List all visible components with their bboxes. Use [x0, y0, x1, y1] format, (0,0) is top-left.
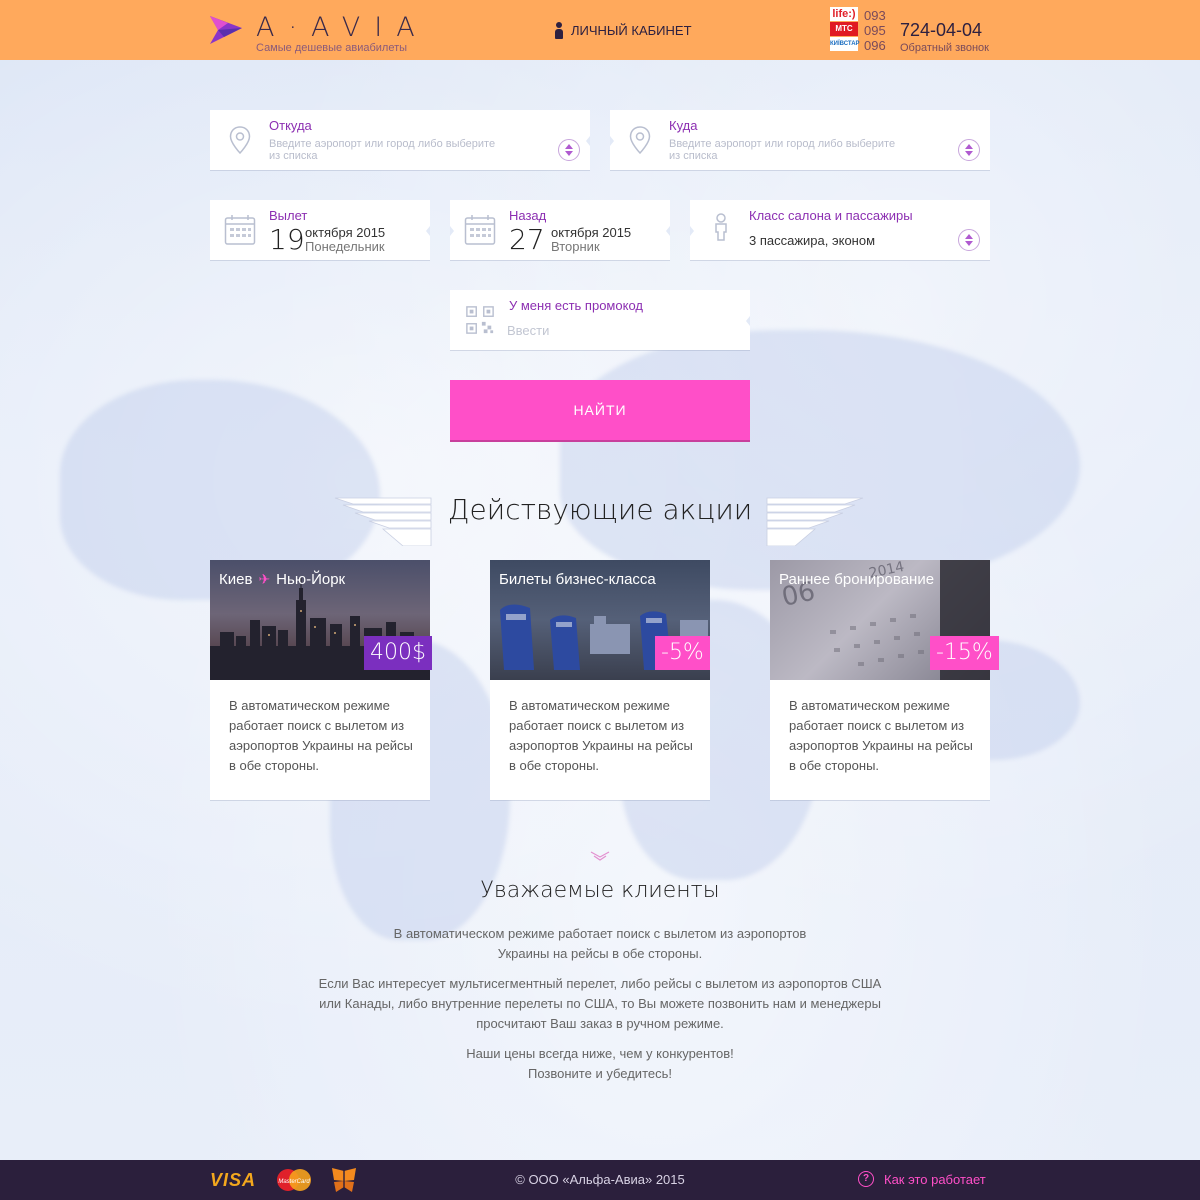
logo-arrow-icon [210, 16, 242, 44]
discount-badge: -15% [930, 636, 999, 670]
logo-text: A·AVIA [256, 12, 429, 43]
price-badge: 400$ [364, 636, 432, 670]
life-logo: life:) [830, 7, 858, 21]
question-icon: ? [858, 1171, 874, 1187]
return-label: Назад [509, 208, 547, 223]
to-hint: Введите аэропорт или город либо выберите… [669, 138, 896, 162]
operator-codes: 093 095 096 [864, 8, 886, 53]
user-icon [555, 22, 563, 39]
depart-month: октября 2015 [305, 225, 386, 240]
plane-icon: ✈ [258, 571, 271, 587]
card-description: В автоматическом режиме работает поиск с… [229, 698, 413, 773]
promo-card-business-class[interactable]: Билеты бизнес-класса -5% В автоматическо… [490, 560, 710, 800]
from-label: Откуда [269, 118, 312, 133]
discount-badge: -5% [655, 636, 710, 670]
card-title: Билеты бизнес-класса [499, 571, 656, 588]
passengers-field[interactable]: Класс салона и пассажиры 3 пассажира, эк… [690, 200, 990, 260]
clients-paragraph-1: В автоматическом режиме работает поиск с… [393, 926, 807, 961]
route-to: Нью-Йорк [276, 571, 346, 588]
logo-subtitle: Самые дешевые авиабилеты [256, 42, 408, 54]
to-field[interactable]: Куда Введите аэропорт или город либо выб… [610, 110, 990, 170]
depart-label: Вылет [269, 208, 308, 223]
kyivstar-logo: КИЇВСТАР [830, 37, 860, 51]
return-month: октября 2015 [551, 225, 632, 240]
promo-card-kiev-new-york[interactable]: Киев ✈ Нью-Йорк 400$ В автоматическом ре… [210, 560, 432, 800]
how-it-works-link[interactable]: ? Как это работает [858, 1171, 986, 1187]
location-pin-icon [629, 126, 651, 154]
passengers-dropdown-icon[interactable] [958, 229, 980, 251]
card-description: В автоматическом режиме работает поиск с… [789, 698, 973, 773]
clients-paragraph-2: Если Вас интересует мультисегментный пер… [318, 976, 882, 1031]
from-dropdown-icon[interactable] [558, 139, 580, 161]
card-title: Раннее бронирование [779, 571, 935, 588]
promo-code-field: У меня есть промокод [450, 290, 750, 350]
return-weekday: Вторник [551, 239, 600, 254]
personal-cabinet-link[interactable]: ЛИЧНЫЙ КАБИНЕТ [555, 22, 692, 39]
route-from: Киев [219, 571, 253, 588]
promos-title: Действующие акции [447, 493, 753, 526]
passengers-label: Класс салона и пассажиры [749, 208, 913, 223]
promo-card-early-booking[interactable]: 06 2014 Раннее бронирование -15% В автом… [770, 560, 999, 800]
clients-paragraph-3: Наши цены всегда ниже, чем у конкурентов… [466, 1046, 734, 1081]
logo[interactable]: A·AVIA Самые дешевые авиабилеты [208, 12, 418, 56]
passengers-value: 3 пассажира, эконом [749, 233, 876, 248]
promo-label: У меня есть промокод [509, 298, 643, 313]
how-it-works-label: Как это работает [884, 1171, 986, 1187]
scroll-down-chevron-icon [590, 851, 610, 861]
from-hint: Введите аэропорт или город либо выберите… [269, 138, 496, 162]
clients-title: Уважаемые клиенты [480, 878, 720, 903]
mts-logo: МТС [830, 22, 858, 36]
qr-code-icon [466, 306, 494, 334]
route-title: Киев ✈ Нью-Йорк [219, 571, 345, 588]
search-button[interactable]: НАЙТИ [450, 380, 750, 440]
operator-logos: life:) МТС КИЇВСТАР [830, 7, 860, 52]
to-label: Куда [669, 118, 698, 133]
map-background [560, 330, 1080, 590]
code-096: 096 [864, 38, 886, 53]
depart-weekday: Понедельник [305, 239, 385, 254]
from-field[interactable]: Откуда Введите аэропорт или город либо в… [210, 110, 590, 170]
phone-number[interactable]: 724-04-04 [900, 20, 982, 41]
copyright: © ООО «Альфа-Авиа» 2015 [515, 1172, 685, 1187]
depart-day: 19 [269, 223, 305, 256]
location-pin-icon [229, 126, 251, 154]
calendar-icon [224, 215, 256, 245]
right-wing-ornament [766, 497, 864, 546]
card-description: В автоматическом режиме работает поиск с… [509, 698, 693, 773]
callback-link[interactable]: Обратный звонок [900, 42, 989, 54]
code-093: 093 [864, 8, 886, 23]
to-dropdown-icon[interactable] [958, 139, 980, 161]
footer: VISA MasterCard © ООО «Альфа-Авиа» 2015 … [0, 1160, 1200, 1200]
promo-input[interactable] [507, 320, 727, 340]
return-date-field[interactable]: Назад 27 октября 2015 Вторник [450, 200, 670, 260]
passenger-icon [715, 213, 727, 241]
return-day: 27 [509, 223, 545, 256]
code-095: 095 [864, 23, 886, 38]
top-header: A·AVIA Самые дешевые авиабилеты ЛИЧНЫЙ К… [0, 0, 1200, 60]
depart-date-field[interactable]: Вылет 19 октября 2015 Понедельник [210, 200, 430, 260]
calendar-icon [464, 215, 496, 245]
cabinet-label: ЛИЧНЫЙ КАБИНЕТ [571, 23, 692, 38]
